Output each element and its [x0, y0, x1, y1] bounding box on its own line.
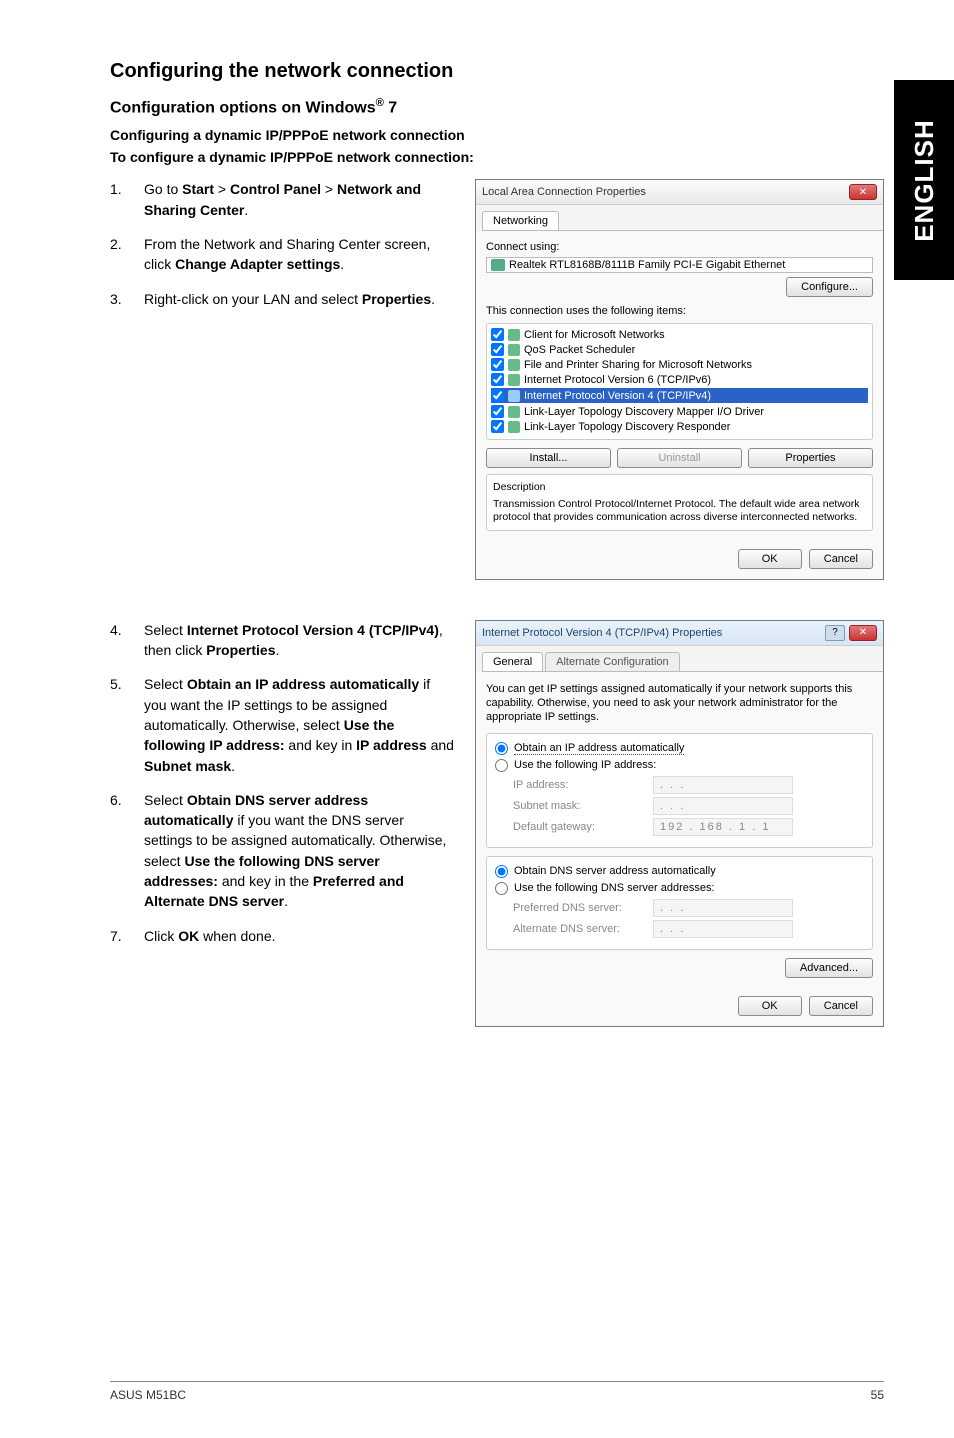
connect-using-label: Connect using:: [486, 241, 873, 253]
connection-item[interactable]: QoS Packet Scheduler: [491, 343, 868, 356]
step-item: 2.From the Network and Sharing Center sc…: [110, 234, 455, 275]
connection-item[interactable]: Link-Layer Topology Discovery Mapper I/O…: [491, 405, 868, 418]
tab-strip: General Alternate Configuration: [482, 652, 883, 672]
connection-item[interactable]: File and Printer Sharing for Microsoft N…: [491, 358, 868, 371]
tab-networking[interactable]: Networking: [482, 211, 559, 230]
footer-page-number: 55: [871, 1388, 884, 1402]
gateway-field: 192 . 168 . 1 . 1: [653, 818, 793, 836]
step-item: 6.Select Obtain DNS server address autom…: [110, 790, 455, 912]
gateway-label: Default gateway:: [513, 821, 653, 833]
component-icon: [508, 359, 520, 371]
steps-list-b: 4.Select Internet Protocol Version 4 (TC…: [110, 620, 455, 946]
component-icon: [508, 406, 520, 418]
info-paragraph: You can get IP settings assigned automat…: [486, 682, 873, 725]
dialog-titlebar: Local Area Connection Properties ✕: [476, 180, 883, 205]
nic-icon: [491, 259, 505, 271]
alternate-dns-label: Alternate DNS server:: [513, 923, 653, 935]
dialog-title: Internet Protocol Version 4 (TCP/IPv4) P…: [482, 627, 722, 639]
connection-items-list: Client for Microsoft Networks QoS Packet …: [486, 323, 873, 440]
component-icon: [508, 421, 520, 433]
ipv4-properties-dialog: Internet Protocol Version 4 (TCP/IPv4) P…: [475, 620, 884, 1027]
dialog-titlebar: Internet Protocol Version 4 (TCP/IPv4) P…: [476, 621, 883, 646]
tab-strip: Networking: [482, 211, 883, 231]
description-box: Description Transmission Control Protoco…: [486, 474, 873, 530]
ip-radio-group: Obtain an IP address automatically Use t…: [486, 733, 873, 848]
dialog-title: Local Area Connection Properties: [482, 186, 646, 198]
subnet-field: . . .: [653, 797, 793, 815]
tab-alternate[interactable]: Alternate Configuration: [545, 652, 680, 671]
dns-radio-group: Obtain DNS server address automatically …: [486, 856, 873, 950]
ip-address-label: IP address:: [513, 779, 653, 791]
step-item: 3.Right-click on your LAN and select Pro…: [110, 289, 455, 309]
page-footer: ASUS M51BC 55: [110, 1381, 884, 1402]
radio-obtain-ip-auto[interactable]: Obtain an IP address automatically: [495, 742, 864, 755]
preferred-dns-field: . . .: [653, 899, 793, 917]
radio-obtain-dns-auto[interactable]: Obtain DNS server address automatically: [495, 865, 864, 878]
step-item: 4.Select Internet Protocol Version 4 (TC…: [110, 620, 455, 661]
subnet-label: Subnet mask:: [513, 800, 653, 812]
connection-item[interactable]: Client for Microsoft Networks: [491, 328, 868, 341]
advanced-button[interactable]: Advanced...: [785, 958, 873, 978]
step-item: 7.Click OK when done.: [110, 926, 455, 946]
connection-item[interactable]: Link-Layer Topology Discovery Responder: [491, 420, 868, 433]
ip-address-field: . . .: [653, 776, 793, 794]
steps-list-a: 1.Go to Start > Control Panel > Network …: [110, 179, 455, 308]
uninstall-button: Uninstall: [617, 448, 742, 468]
component-icon: [508, 374, 520, 386]
cancel-button[interactable]: Cancel: [809, 996, 873, 1016]
ok-button[interactable]: OK: [738, 549, 802, 569]
properties-button[interactable]: Properties: [748, 448, 873, 468]
radio-use-dns[interactable]: Use the following DNS server addresses:: [495, 882, 864, 895]
close-icon[interactable]: ✕: [849, 625, 877, 641]
connection-item[interactable]: Internet Protocol Version 6 (TCP/IPv6): [491, 373, 868, 386]
close-icon[interactable]: ✕: [849, 184, 877, 200]
local-area-connection-dialog: Local Area Connection Properties ✕ Netwo…: [475, 179, 884, 579]
ok-button[interactable]: OK: [738, 996, 802, 1016]
configure-button[interactable]: Configure...: [786, 277, 873, 297]
tab-general[interactable]: General: [482, 652, 543, 671]
subsection-1: Configuring a dynamic IP/PPPoE network c…: [110, 127, 884, 143]
component-icon: [508, 390, 520, 402]
component-icon: [508, 329, 520, 341]
install-button[interactable]: Install...: [486, 448, 611, 468]
step-item: 5.Select Obtain an IP address automatica…: [110, 674, 455, 775]
preferred-dns-label: Preferred DNS server:: [513, 902, 653, 914]
page-title: Configuring the network connection: [110, 60, 884, 83]
section-heading: Configuration options on Windows® 7: [110, 97, 884, 117]
component-icon: [508, 344, 520, 356]
help-icon[interactable]: ?: [825, 625, 845, 641]
step-item: 1.Go to Start > Control Panel > Network …: [110, 179, 455, 220]
alternate-dns-field: . . .: [653, 920, 793, 938]
items-label: This connection uses the following items…: [486, 305, 873, 317]
subsection-2: To configure a dynamic IP/PPPoE network …: [110, 149, 884, 165]
cancel-button[interactable]: Cancel: [809, 549, 873, 569]
adapter-field: Realtek RTL8168B/8111B Family PCI-E Giga…: [486, 257, 873, 273]
footer-model: ASUS M51BC: [110, 1388, 186, 1402]
radio-use-ip[interactable]: Use the following IP address:: [495, 759, 864, 772]
connection-item[interactable]: Internet Protocol Version 4 (TCP/IPv4): [491, 388, 868, 403]
